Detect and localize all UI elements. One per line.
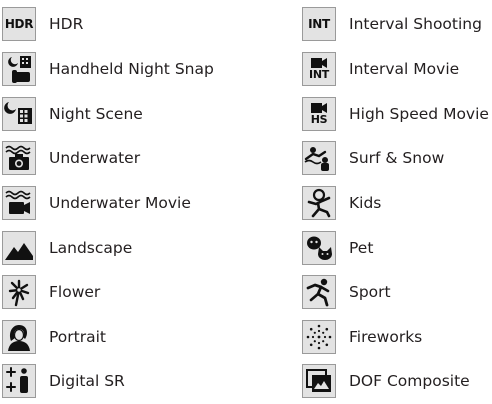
list-item: Surf & Snow (302, 136, 489, 181)
item-label: Digital SR (49, 372, 125, 391)
list-item: Digital SR (2, 359, 214, 404)
list-item: Landscape (2, 225, 214, 270)
item-label: Flower (49, 283, 101, 302)
list-item: Handheld Night Snap (2, 47, 214, 92)
list-item: HDR HDR (2, 0, 214, 47)
interval-movie-icon: INT (302, 52, 336, 87)
list-item: HS High Speed Movie (302, 92, 489, 137)
scene-mode-list: HDR HDR Handheld Night Snap Night Scene … (0, 0, 492, 402)
item-label: Surf & Snow (349, 149, 445, 168)
underwater-icon (2, 141, 36, 176)
kids-icon (302, 186, 336, 221)
item-label: Portrait (49, 327, 106, 346)
list-item: Underwater Movie (2, 181, 214, 226)
item-label: Interval Movie (349, 60, 460, 79)
list-item: INT Interval Shooting (302, 0, 489, 47)
item-label: Landscape (49, 238, 133, 257)
left-column: HDR HDR Handheld Night Snap Night Scene … (2, 0, 214, 404)
flower-icon (2, 275, 36, 310)
list-item: Night Scene (2, 92, 214, 137)
item-label: Handheld Night Snap (49, 60, 214, 79)
list-item: Pet (302, 225, 489, 270)
item-label: Pet (349, 238, 374, 257)
interval-shooting-icon: INT (302, 6, 336, 41)
underwater-movie-icon (2, 186, 36, 221)
item-label: Underwater (49, 149, 141, 168)
surf-and-snow-icon (302, 141, 336, 176)
landscape-icon (2, 230, 36, 265)
right-column: INT Interval Shooting INT Interval Movie… (302, 0, 489, 404)
item-label: Interval Shooting (349, 14, 482, 33)
item-label: Underwater Movie (49, 194, 191, 213)
list-item: Portrait (2, 315, 214, 360)
sport-icon (302, 275, 336, 310)
list-item: Fireworks (302, 315, 489, 360)
fireworks-icon (302, 319, 336, 354)
dof-composite-icon (302, 364, 336, 399)
list-item: INT Interval Movie (302, 47, 489, 92)
item-label: Night Scene (49, 104, 143, 123)
item-label: DOF Composite (349, 372, 470, 391)
item-label: HDR (49, 14, 84, 33)
hdr-icon: HDR (2, 6, 36, 41)
high-speed-movie-icon: HS (302, 96, 336, 131)
pet-icon (302, 230, 336, 265)
list-item: Kids (302, 181, 489, 226)
list-item: Sport (302, 270, 489, 315)
item-label: High Speed Movie (349, 104, 489, 123)
list-item: Flower (2, 270, 214, 315)
item-label: Fireworks (349, 327, 423, 346)
portrait-icon (2, 319, 36, 354)
digital-sr-icon (2, 364, 36, 399)
list-item: Underwater (2, 136, 214, 181)
list-item: DOF Composite (302, 359, 489, 404)
item-label: Kids (349, 194, 382, 213)
handheld-night-snap-icon (2, 52, 36, 87)
item-label: Sport (349, 283, 391, 302)
night-scene-icon (2, 96, 36, 131)
